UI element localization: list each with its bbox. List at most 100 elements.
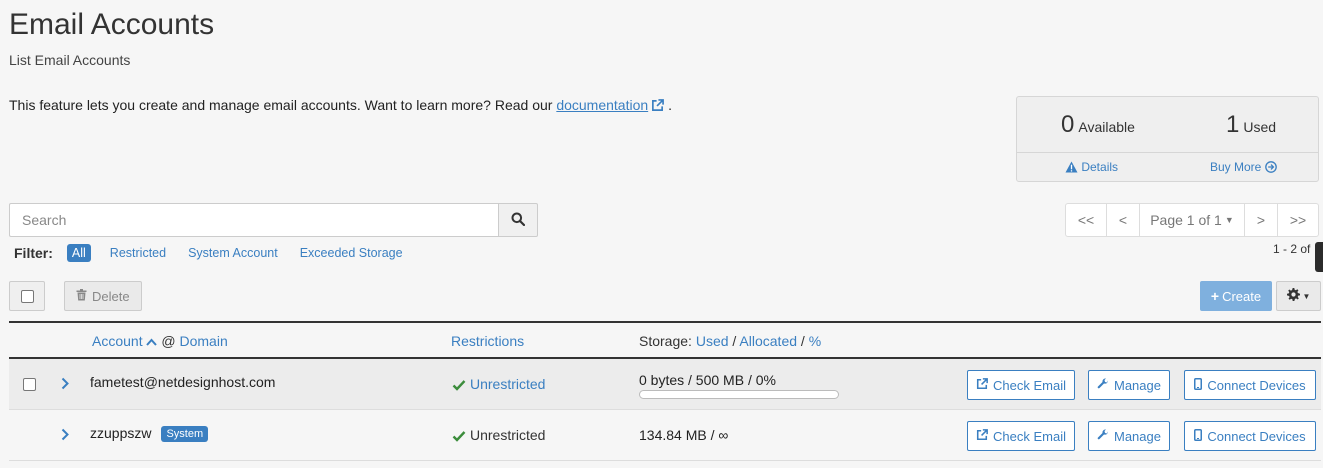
buy-more-link-label: Buy More: [1210, 160, 1262, 174]
sort-ascending-icon: [146, 333, 158, 349]
search-input[interactable]: [9, 203, 499, 237]
pagination: << < Page 1 of 1 ▼ > >>: [1065, 203, 1319, 237]
warning-icon: [1065, 160, 1078, 174]
storage-usage: 0 bytes / 500 MB / 0%: [639, 372, 776, 388]
check-email-button[interactable]: Check Email: [967, 370, 1075, 400]
page-label: Page 1 of 1: [1150, 212, 1222, 228]
plus-icon: +: [1210, 288, 1220, 304]
connect-devices-button[interactable]: Connect Devices: [1184, 370, 1316, 400]
page-select[interactable]: Page 1 of 1 ▼: [1139, 203, 1245, 237]
check-email-button[interactable]: Check Email: [967, 421, 1075, 451]
filter-bar: Filter: All Restricted System Account Ex…: [14, 244, 425, 262]
wrench-icon: [1097, 428, 1109, 444]
results-range: 1 - 2 of: [1273, 242, 1311, 256]
connect-devices-button[interactable]: Connect Devices: [1184, 421, 1316, 451]
next-page-button[interactable]: >: [1244, 203, 1278, 237]
manage-label: Manage: [1114, 428, 1161, 444]
manage-label: Manage: [1114, 377, 1161, 393]
details-link[interactable]: Details: [1065, 160, 1118, 174]
filter-all[interactable]: All: [66, 244, 91, 262]
select-all-checkbox[interactable]: [9, 281, 45, 311]
create-label: Create: [1222, 288, 1262, 304]
external-link-icon: [648, 97, 665, 113]
create-button[interactable]: + Create: [1200, 281, 1272, 311]
available-stat: 0 Available: [1061, 111, 1135, 139]
external-link-icon: [976, 428, 988, 444]
used-stat: 1 Used: [1226, 111, 1276, 139]
external-link-icon: [976, 377, 988, 393]
account-name: fametest@netdesignhost.com: [90, 374, 276, 390]
wrench-icon: [1097, 377, 1109, 393]
available-count: 0: [1061, 111, 1075, 138]
sort-used-link[interactable]: Used: [696, 333, 729, 349]
system-badge: System: [161, 426, 209, 442]
side-panel-tab[interactable]: [1315, 242, 1323, 272]
page-title: Email Accounts: [9, 8, 215, 41]
chevron-right-icon[interactable]: [61, 428, 69, 444]
settings-dropdown-button[interactable]: ▼: [1276, 281, 1321, 311]
intro-text-body: This feature lets you create and manage …: [9, 97, 557, 113]
sort-account-link[interactable]: Account: [92, 333, 143, 349]
filter-system-account[interactable]: System Account: [188, 246, 278, 260]
caret-down-icon: ▼: [1224, 215, 1234, 225]
storage-header: Storage: Used / Allocated / %: [639, 333, 822, 349]
mobile-device-icon: [1194, 377, 1203, 393]
account-domain-header: Account @ Domain: [92, 333, 228, 349]
first-page-button[interactable]: <<: [1065, 203, 1107, 237]
chevron-right-icon[interactable]: [61, 377, 69, 393]
delete-label: Delete: [92, 288, 130, 304]
account-name-cell: zzuppszw System: [90, 425, 209, 442]
filter-label: Filter:: [14, 245, 53, 261]
delete-button[interactable]: Delete: [64, 281, 142, 311]
filter-exceeded-storage[interactable]: Exceeded Storage: [300, 246, 403, 260]
intro-text: This feature lets you create and manage …: [9, 97, 672, 113]
checkbox[interactable]: [20, 289, 34, 303]
connect-devices-label: Connect Devices: [1207, 428, 1306, 444]
restriction-link[interactable]: Unrestricted: [470, 376, 545, 392]
available-label: Available: [1078, 119, 1135, 135]
search-bar: [9, 203, 538, 237]
storage-label: Storage:: [639, 333, 692, 349]
caret-down-icon: ▼: [1302, 291, 1311, 301]
table-row: zzuppszw System Unrestricted 134.84 MB / …: [9, 410, 1321, 461]
search-button[interactable]: [498, 203, 538, 237]
gear-icon: [1286, 288, 1300, 304]
sort-domain-link[interactable]: Domain: [179, 333, 227, 349]
email-accounts-table: Account @ Domain Restrictions Storage: U…: [9, 321, 1321, 461]
documentation-link[interactable]: documentation: [556, 97, 648, 113]
restriction-status[interactable]: Unrestricted: [452, 376, 545, 392]
manage-button[interactable]: Manage: [1088, 421, 1170, 451]
table-row: fametest@netdesignhost.com Unrestricted …: [9, 359, 1321, 410]
intro-text-end: .: [668, 97, 672, 113]
page-subtitle: List Email Accounts: [9, 52, 131, 68]
check-email-label: Check Email: [993, 377, 1066, 393]
arrow-circle-right-icon: [1264, 160, 1277, 174]
last-page-button[interactable]: >>: [1277, 203, 1319, 237]
previous-page-button[interactable]: <: [1106, 203, 1140, 237]
check-icon: [452, 427, 470, 443]
used-label: Used: [1243, 119, 1277, 135]
storage-usage: 134.84 MB / ∞: [639, 427, 729, 443]
storage-progress-bar: [639, 390, 839, 399]
at-sign: @: [161, 333, 176, 349]
restriction-status: Unrestricted: [452, 427, 545, 443]
account-stats-box: 0 Available 1 Used Details Buy More: [1016, 96, 1319, 182]
sort-percent-link[interactable]: %: [809, 333, 821, 349]
trash-icon: [76, 288, 87, 304]
check-icon: [452, 376, 470, 392]
check-email-label: Check Email: [993, 428, 1066, 444]
account-name: zzuppszw: [90, 425, 152, 441]
sort-allocated-link[interactable]: Allocated: [739, 333, 797, 349]
restrictions-header[interactable]: Restrictions: [451, 333, 524, 349]
restriction-text: Unrestricted: [470, 427, 546, 443]
used-count: 1: [1226, 111, 1240, 138]
table-header: Account @ Domain Restrictions Storage: U…: [9, 321, 1321, 359]
mobile-device-icon: [1194, 428, 1203, 444]
row-checkbox[interactable]: [23, 378, 36, 391]
connect-devices-label: Connect Devices: [1207, 377, 1306, 393]
details-link-label: Details: [1081, 160, 1119, 174]
buy-more-link[interactable]: Buy More: [1210, 160, 1277, 174]
filter-restricted[interactable]: Restricted: [110, 246, 166, 260]
manage-button[interactable]: Manage: [1088, 370, 1170, 400]
search-icon: [511, 212, 526, 229]
